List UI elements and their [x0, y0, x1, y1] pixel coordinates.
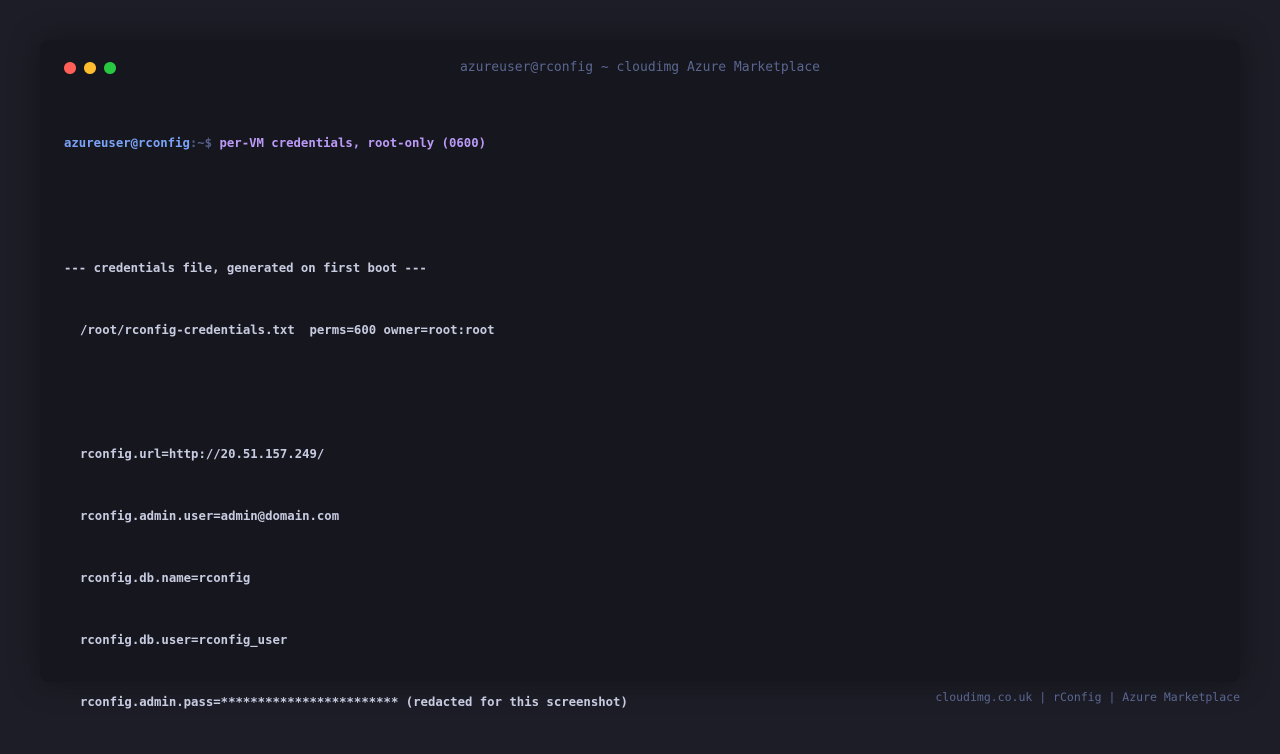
title-bar: azureuser@rconfig ~ cloudimg Azure Marke…	[40, 40, 1240, 96]
terminal-window: azureuser@rconfig ~ cloudimg Azure Marke…	[40, 40, 1240, 709]
output-line-db-user: rconfig.db.user=rconfig_user	[80, 633, 288, 648]
output-line-url: rconfig.url=http://20.51.157.249/	[80, 446, 325, 461]
output-line-filepath: /root/rconfig-credentials.txt perms=600 …	[80, 322, 495, 337]
output-line-header: --- credentials file, generated on first…	[64, 260, 427, 275]
output-line-admin-user: rconfig.admin.user=admin@domain.com	[80, 508, 340, 523]
prompt-user: azureuser@rconfig	[64, 136, 190, 151]
command-text: per-VM credentials, root-only (0600)	[219, 136, 487, 151]
window-title: azureuser@rconfig ~ cloudimg Azure Marke…	[459, 60, 821, 75]
prompt-line: azureuser@rconfig:~$ per-VM credentials,…	[64, 133, 1216, 154]
output-line-db-name: rconfig.db.name=rconfig	[80, 571, 251, 586]
footer-caption: cloudimg.co.uk | rConfig | Azure Marketp…	[935, 690, 1240, 704]
prompt-path: :~$	[189, 136, 220, 151]
terminal-output[interactable]: azureuser@rconfig:~$ per-VM credentials,…	[64, 92, 1216, 754]
